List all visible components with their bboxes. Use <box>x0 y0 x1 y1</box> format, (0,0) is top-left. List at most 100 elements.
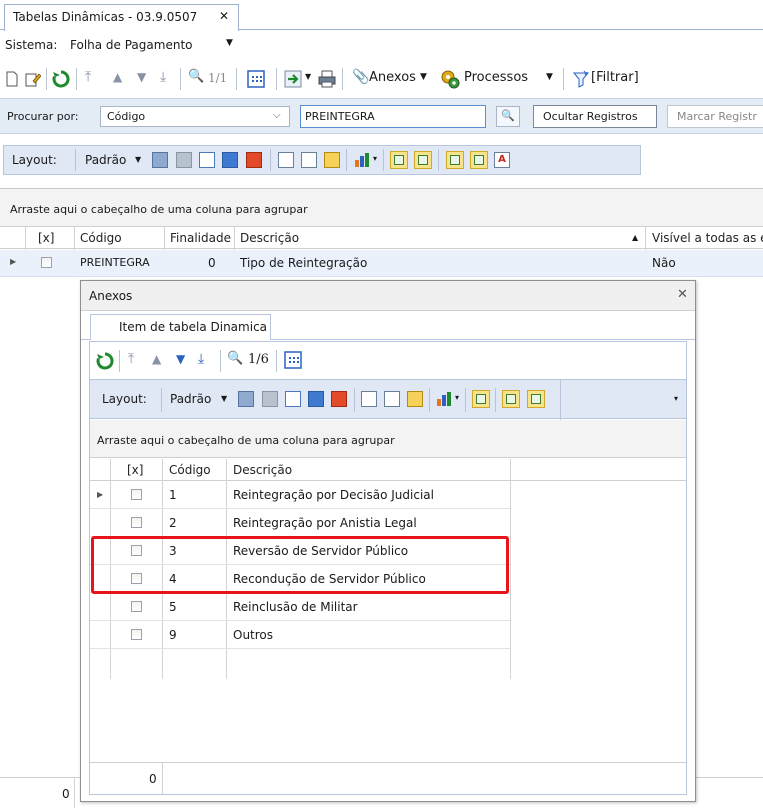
previous-record-icon[interactable]: ▲ <box>152 352 161 366</box>
dialog-group-panel[interactable]: Arraste aqui o cabeçalho de uma coluna p… <box>90 420 686 458</box>
view-toggle-2-icon[interactable] <box>414 151 432 169</box>
group-hint: Arraste aqui o cabeçalho de uma coluna p… <box>10 203 308 216</box>
row-checkbox[interactable] <box>131 601 142 612</box>
export-grid-icon[interactable] <box>308 391 324 407</box>
search-input[interactable]: PREINTEGRA <box>300 105 486 128</box>
chevron-down-icon[interactable]: ▾ <box>674 394 678 403</box>
document-tab[interactable]: Tabelas Dinâmicas - 03.9.0507 ✕ <box>4 4 239 31</box>
next-record-icon[interactable]: ▼ <box>137 70 146 84</box>
chevron-down-icon[interactable]: ▼ <box>135 155 141 164</box>
group-panel[interactable]: Arraste aqui o cabeçalho de uma coluna p… <box>0 189 763 227</box>
refresh-icon[interactable] <box>96 352 114 370</box>
next-record-icon[interactable]: ▼ <box>176 352 185 366</box>
highlight-icon[interactable] <box>407 391 423 407</box>
sistema-selector[interactable]: Folha de Pagamento <box>70 38 192 52</box>
row-checkbox[interactable] <box>131 517 142 528</box>
load-layout-icon[interactable] <box>262 391 278 407</box>
layout-preset-dropdown[interactable]: Padrão <box>85 153 126 167</box>
col-header-check[interactable]: [x] <box>38 231 54 245</box>
search-input-value: PREINTEGRA <box>305 110 375 123</box>
filtrar-button[interactable]: [Filtrar] <box>591 70 639 85</box>
edit-icon[interactable] <box>25 71 41 87</box>
processos-gears-icon[interactable] <box>440 69 460 89</box>
new-document-icon[interactable] <box>5 71 19 87</box>
col-header-visivel[interactable]: Visível a todas as e <box>652 231 763 245</box>
filter-icon[interactable] <box>572 70 590 88</box>
bar-chart-icon[interactable] <box>354 152 372 168</box>
cell-descricao: Tipo de Reintegração <box>240 256 368 270</box>
chevron-down-icon[interactable]: ▼ <box>546 72 553 82</box>
record-counter: 1/1 <box>208 71 228 85</box>
close-icon[interactable]: ✕ <box>677 287 688 302</box>
bar-chart-icon[interactable] <box>436 391 454 407</box>
table-row[interactable]: 2 Reintegração por Anistia Legal <box>90 510 510 537</box>
search-field-select[interactable]: Código ⌵ <box>100 106 290 127</box>
font-icon[interactable]: A <box>494 152 510 168</box>
hide-records-button[interactable]: Ocultar Registros <box>533 105 657 128</box>
chevron-down-icon[interactable]: ▾ <box>373 154 377 163</box>
first-record-icon[interactable]: ⤒ <box>85 69 91 85</box>
layout-label: Layout: <box>102 392 147 406</box>
col-header-descricao[interactable]: Descrição <box>233 463 292 477</box>
form-view-icon[interactable] <box>361 391 377 407</box>
export-icon[interactable] <box>284 70 304 88</box>
row-checkbox[interactable] <box>41 257 52 268</box>
binoculars-icon[interactable]: 🔍 <box>227 351 243 366</box>
save-layout-icon[interactable] <box>152 152 168 168</box>
search-button[interactable]: 🔍 <box>496 106 520 127</box>
grid-settings-icon[interactable] <box>199 152 215 168</box>
export-dropdown-icon[interactable]: ▼ <box>305 72 311 81</box>
processos-menu[interactable]: Processos <box>464 70 528 85</box>
layout-preset-dropdown[interactable]: Padrão <box>170 392 211 406</box>
col-header-descricao[interactable]: Descrição <box>240 231 299 245</box>
chevron-down-icon[interactable]: ▾ <box>455 393 459 402</box>
chevron-down-icon[interactable]: ▼ <box>226 38 233 48</box>
close-icon[interactable]: ✕ <box>219 9 229 23</box>
sort-ascending-icon: ▲ <box>632 233 639 242</box>
first-record-icon[interactable]: ⤒ <box>128 351 134 367</box>
table-row[interactable]: 9 Outros <box>90 622 510 649</box>
main-toolbar: ⤒ ▲ ▼ ⤓ 🔍 1/1 ▼ 📎 Anexos ▼ Processos ▼ [… <box>0 62 763 96</box>
view-toggle-4-icon[interactable] <box>470 151 488 169</box>
last-record-icon[interactable]: ⤓ <box>198 351 204 367</box>
binoculars-icon[interactable]: 🔍 <box>188 69 204 84</box>
print-icon[interactable] <box>318 70 336 88</box>
row-checkbox[interactable] <box>131 489 142 500</box>
view-toggle-3-icon[interactable] <box>446 151 464 169</box>
grid-settings-icon[interactable] <box>285 391 301 407</box>
chevron-down-icon[interactable]: ▼ <box>221 394 227 403</box>
row-checkbox[interactable] <box>131 629 142 640</box>
save-layout-icon[interactable] <box>238 391 254 407</box>
table-row[interactable]: ▶ PREINTEGRA 0 Tipo de Reintegração Não <box>0 250 763 277</box>
mark-records-button[interactable]: Marcar Registr <box>667 105 763 128</box>
tab-item-tabela-dinamica[interactable]: Item de tabela Dinamica <box>90 314 271 340</box>
col-header-codigo[interactable]: Código <box>169 463 211 477</box>
col-header-check[interactable]: [x] <box>127 463 143 477</box>
form-view-icon[interactable] <box>278 152 294 168</box>
table-row[interactable]: ▶ 1 Reintegração por Decisão Judicial <box>90 482 510 509</box>
refresh-icon[interactable] <box>52 70 70 88</box>
col-header-finalidade[interactable]: Finalidade <box>170 231 231 245</box>
chevron-down-icon[interactable]: ▼ <box>420 72 427 82</box>
view-toggle-1-icon[interactable] <box>390 151 408 169</box>
previous-record-icon[interactable]: ▲ <box>113 70 122 84</box>
export-grid-icon[interactable] <box>222 152 238 168</box>
calendar-grid-icon[interactable] <box>284 351 302 369</box>
highlight-icon[interactable] <box>324 152 340 168</box>
view-toggle-1-icon[interactable] <box>472 390 490 408</box>
last-record-icon[interactable]: ⤓ <box>160 69 166 85</box>
view-toggle-2-icon[interactable] <box>502 390 520 408</box>
paperclip-icon[interactable]: 📎 <box>352 69 369 85</box>
col-header-codigo[interactable]: Código <box>80 231 122 245</box>
dialog-titlebar[interactable]: Anexos ✕ <box>81 281 695 311</box>
table-row[interactable]: 5 Reinclusão de Militar <box>90 594 510 621</box>
cell-codigo: 2 <box>169 516 177 530</box>
import-grid-icon[interactable] <box>331 391 347 407</box>
calendar-grid-icon[interactable] <box>247 70 265 88</box>
sum-icon[interactable] <box>384 391 400 407</box>
import-grid-icon[interactable] <box>246 152 262 168</box>
load-layout-icon[interactable] <box>176 152 192 168</box>
view-toggle-3-icon[interactable] <box>527 390 545 408</box>
sum-icon[interactable] <box>301 152 317 168</box>
anexos-menu[interactable]: Anexos <box>369 70 416 85</box>
